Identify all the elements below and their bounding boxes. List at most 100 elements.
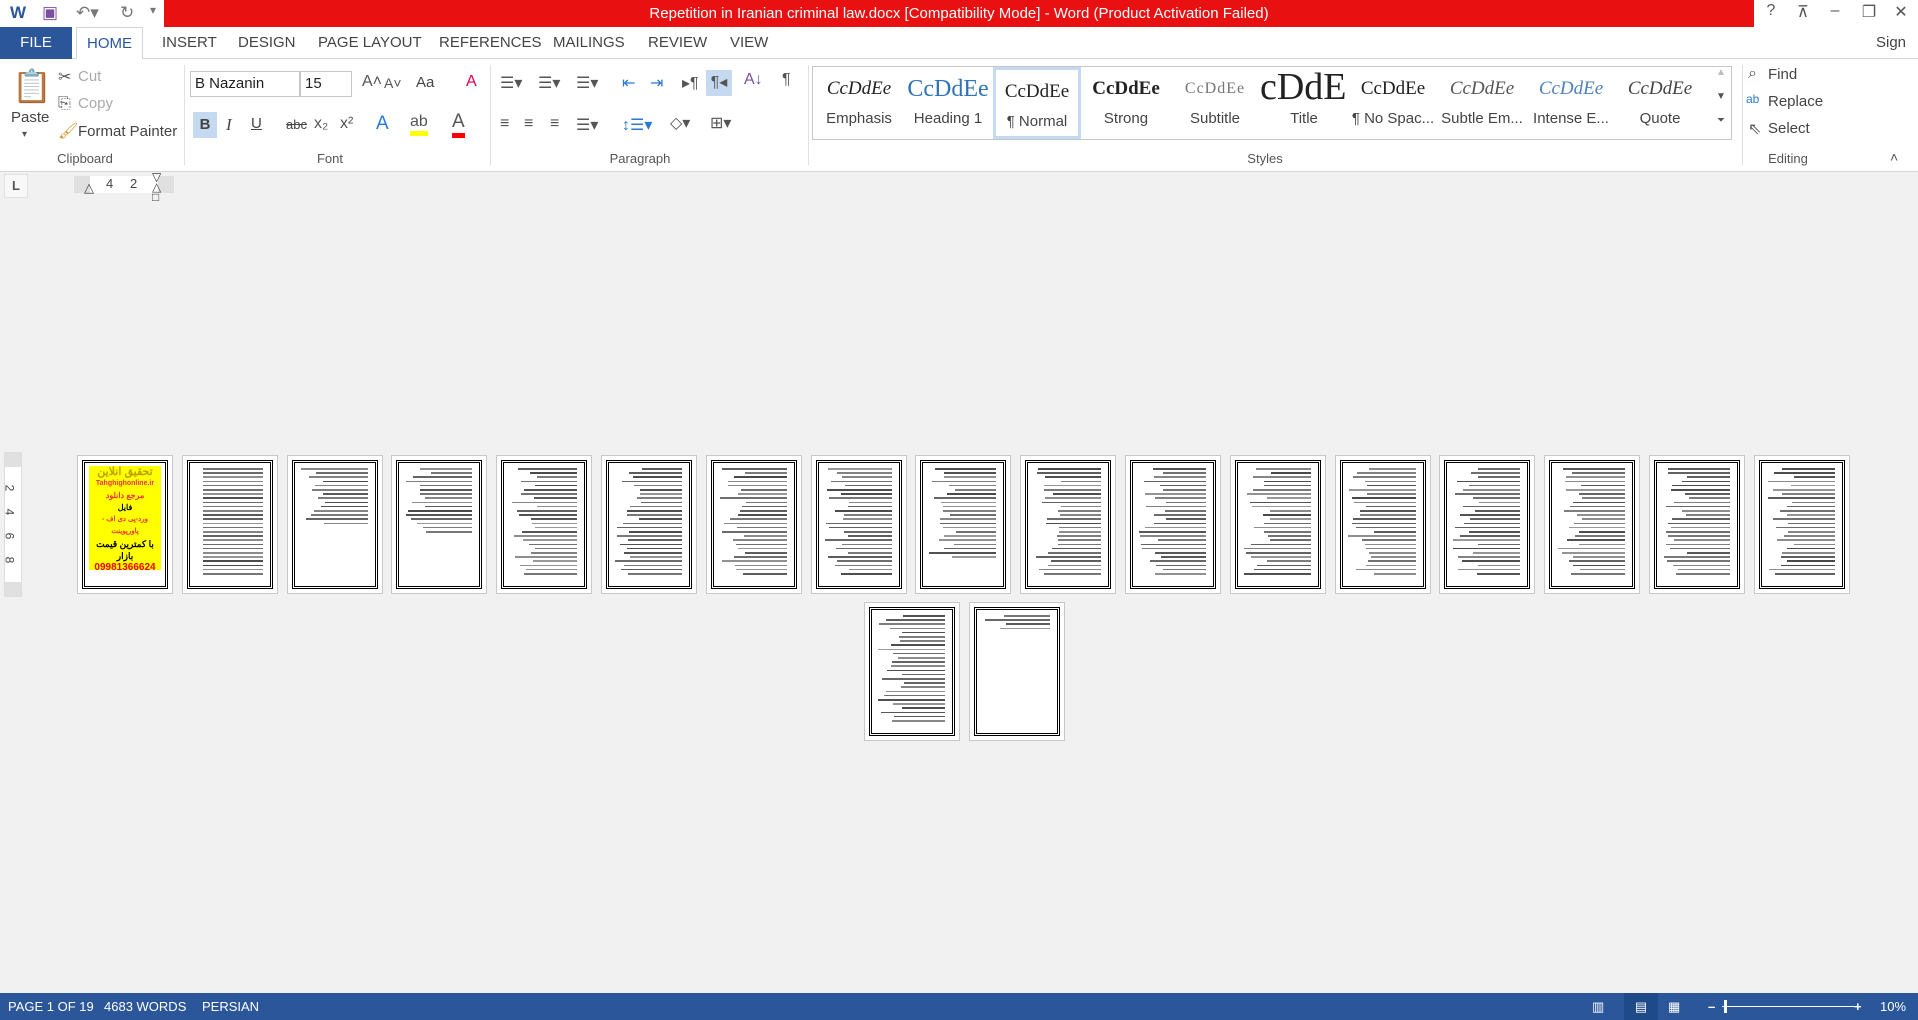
page-thumbnail[interactable] [181, 455, 278, 594]
tab-insert[interactable]: INSERT [152, 27, 227, 59]
style-intense-e[interactable]: CcDdEe Intense E... [1527, 67, 1615, 139]
style-no-spac[interactable]: CcDdEe ¶ No Spac... [1349, 67, 1437, 139]
multilevel-list-icon[interactable]: ☰▾ [576, 73, 598, 93]
restore-icon[interactable]: ❐ [1854, 2, 1884, 22]
font-name-select[interactable]: B Nazanin [190, 71, 300, 97]
increase-indent-icon[interactable]: ⇥ [650, 73, 663, 93]
format-painter-button[interactable]: Format Painter [78, 123, 177, 140]
page-thumbnail[interactable] [705, 455, 802, 594]
highlight-color-icon[interactable]: ab [410, 113, 428, 136]
show-formatting-icon[interactable]: ¶ [782, 71, 791, 89]
page-thumbnail[interactable] [1439, 455, 1536, 594]
page-thumbnail[interactable] [496, 455, 593, 594]
tab-view[interactable]: VIEW [720, 27, 778, 59]
save-icon[interactable]: ▣ [42, 3, 58, 23]
ribbon-display-options-icon[interactable]: ⊼ [1788, 2, 1818, 22]
page-count-status[interactable]: PAGE 1 OF 19 [8, 993, 94, 1020]
style-subtitle[interactable]: CcDdEe Subtitle [1171, 67, 1259, 139]
font-color-icon[interactable]: A [452, 111, 465, 138]
strikethrough-button[interactable]: abc [286, 117, 307, 132]
styles-scroll-down-icon[interactable]: ▼ [1711, 91, 1731, 102]
customize-quick-access-icon[interactable]: ▾ [150, 3, 156, 17]
paste-dropdown-icon[interactable]: ▾ [22, 129, 27, 140]
tab-file[interactable]: FILE [0, 27, 72, 59]
text-effects-icon[interactable]: A [376, 113, 389, 135]
tab-selector[interactable]: L [4, 174, 28, 198]
tab-references[interactable]: REFERENCES [429, 27, 552, 59]
rtl-icon[interactable]: ¶◂ [706, 70, 732, 96]
style-subtle-em[interactable]: CcDdEe Subtle Em... [1438, 67, 1526, 139]
page-thumbnail[interactable] [286, 455, 383, 594]
language-status[interactable]: PERSIAN [202, 993, 259, 1020]
find-button[interactable]: Find [1768, 66, 1797, 83]
page-thumbnail[interactable] [391, 455, 488, 594]
page-thumbnail[interactable] [601, 455, 697, 594]
shading-icon[interactable]: ◇▾ [670, 113, 690, 133]
change-case-button[interactable]: Aa [416, 74, 434, 91]
subscript-icon[interactable]: x₂ [314, 115, 328, 133]
italic-button[interactable]: I [226, 115, 232, 135]
page-thumbnail[interactable] [969, 602, 1065, 741]
page-thumbnail[interactable] [1125, 455, 1221, 594]
align-center-icon[interactable]: ≡ [524, 115, 533, 133]
tab-design[interactable]: DESIGN [228, 27, 306, 59]
page-thumbnail[interactable] [1753, 455, 1850, 594]
tab-home[interactable]: HOME [76, 27, 143, 60]
minimize-icon[interactable]: – [1820, 2, 1850, 20]
style-quote[interactable]: CcDdEe Quote [1616, 67, 1704, 139]
cut-button[interactable]: Cut [78, 68, 101, 85]
font-size-select[interactable]: 15 [300, 71, 352, 97]
sign-in-link[interactable]: Sign in [1866, 27, 1918, 83]
paste-icon[interactable]: 📋 [12, 67, 52, 105]
indent-marker[interactable]: △ [84, 180, 94, 196]
zoom-out-button[interactable]: – [1708, 993, 1715, 1020]
print-layout-icon[interactable]: ▤ [1624, 993, 1658, 1020]
zoom-slider[interactable] [1722, 1006, 1856, 1007]
tab-review[interactable]: REVIEW [638, 27, 717, 59]
page-thumbnail[interactable] [1649, 455, 1745, 594]
page-thumbnail[interactable] [1544, 455, 1641, 594]
page-thumbnail[interactable]: تحقیق آنلاین Tahghighonline.ir مرجع دانل… [77, 455, 173, 594]
ltr-icon[interactable]: ▸¶ [682, 73, 699, 93]
collapse-ribbon-icon[interactable]: ˄ [1890, 149, 1898, 165]
style-strong[interactable]: CcDdEe Strong [1082, 67, 1170, 139]
style-emphasis[interactable]: CcDdEe Emphasis [815, 67, 903, 139]
close-icon[interactable]: ✕ [1886, 2, 1916, 22]
decrease-indent-icon[interactable]: ⇤ [622, 73, 635, 93]
page-thumbnail[interactable] [864, 602, 960, 741]
style-normal[interactable]: CcDdEe ¶ Normal [993, 67, 1081, 139]
replace-button[interactable]: Replace [1768, 93, 1823, 110]
bold-button[interactable]: B [193, 112, 217, 138]
page-thumbnail[interactable] [810, 455, 907, 594]
web-layout-icon[interactable]: ▦ [1668, 993, 1680, 1020]
grow-font-icon[interactable]: A˄ [362, 73, 382, 91]
page-thumbnail[interactable] [1334, 455, 1431, 594]
clear-formatting-icon[interactable]: A [466, 73, 477, 91]
tab-page-layout[interactable]: PAGE LAYOUT [308, 27, 432, 59]
align-left-icon[interactable]: ≡ [500, 115, 509, 133]
sort-icon[interactable]: A↓ [744, 71, 763, 89]
undo-icon[interactable]: ↶▾ [76, 3, 99, 23]
page-thumbnail[interactable] [1020, 455, 1117, 594]
page-thumbnail[interactable] [1229, 455, 1326, 594]
justify-icon[interactable]: ☰▾ [576, 115, 598, 135]
zoom-level[interactable]: 10% [1880, 993, 1906, 1020]
word-count-status[interactable]: 4683 WORDS [104, 993, 186, 1020]
underline-button[interactable]: U [251, 115, 262, 132]
borders-icon[interactable]: ⊞▾ [710, 113, 731, 133]
copy-button[interactable]: Copy [78, 95, 113, 112]
redo-icon[interactable]: ↻ [120, 3, 134, 23]
select-button[interactable]: Select [1768, 120, 1810, 137]
bullets-icon[interactable]: ☰▾ [500, 73, 522, 93]
align-right-icon[interactable]: ≡ [550, 115, 559, 133]
hanging-indent-marker[interactable]: ▽ △ □ [152, 171, 161, 203]
numbering-icon[interactable]: ☰▾ [538, 73, 560, 93]
style-title[interactable]: cDdEe Title [1260, 67, 1348, 139]
styles-scroll-up-icon[interactable]: ▲ [1711, 67, 1731, 78]
paste-button[interactable]: Paste [11, 109, 49, 126]
shrink-font-icon[interactable]: A˅ [384, 75, 402, 91]
style-heading-1[interactable]: CcDdEe Heading 1 [904, 67, 992, 139]
line-spacing-icon[interactable]: ↕☰▾ [622, 115, 652, 135]
superscript-icon[interactable]: x² [340, 115, 353, 133]
zoom-slider-thumb[interactable] [1723, 1000, 1727, 1013]
